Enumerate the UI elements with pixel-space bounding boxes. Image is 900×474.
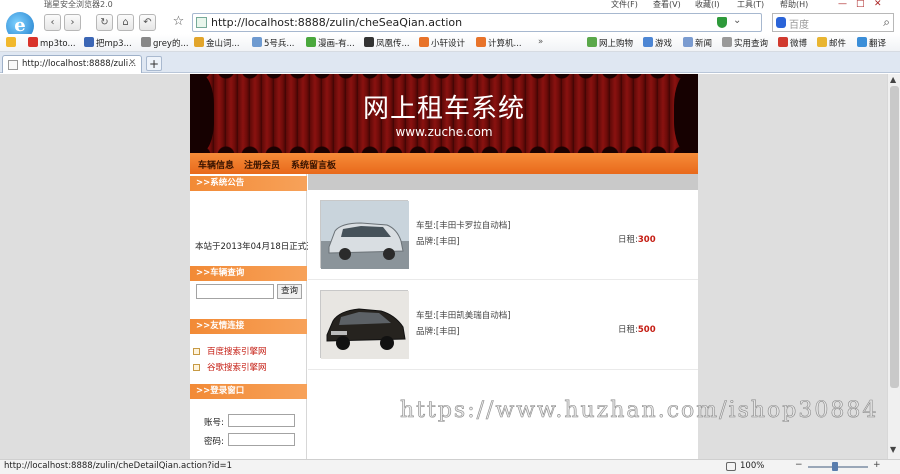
menu-tools[interactable]: 工具(T) bbox=[737, 0, 764, 10]
links-header: >>友情连接 bbox=[190, 319, 307, 334]
site-domain: www.zuche.com bbox=[395, 125, 493, 139]
new-tab-button[interactable]: + bbox=[146, 56, 162, 71]
car-thumbnail[interactable] bbox=[320, 290, 409, 359]
friend-link-baidu[interactable]: 百度搜索引擎网 bbox=[193, 345, 267, 357]
site-title: 网上租车系统 bbox=[362, 94, 525, 124]
security-shield-icon[interactable] bbox=[717, 17, 727, 28]
minimize-icon[interactable]: — bbox=[838, 0, 847, 9]
site-banner: 网上租车系统 www.zuche.com bbox=[190, 74, 698, 153]
zoom-out-icon[interactable]: − bbox=[795, 460, 803, 470]
favorites-star-icon[interactable] bbox=[6, 37, 18, 49]
menu-help[interactable]: 帮助(H) bbox=[780, 0, 808, 10]
tab-title: http://localhost:8888/zuli... bbox=[22, 59, 137, 69]
car-search-button[interactable]: 查询 bbox=[277, 284, 302, 299]
zoom-slider-handle[interactable] bbox=[832, 462, 838, 471]
bullet-icon bbox=[193, 364, 200, 371]
tab-page-icon bbox=[8, 60, 18, 70]
address-bar[interactable]: http://localhost:8888/zulin/cheSeaQian.a… bbox=[192, 13, 762, 32]
nav-car-info[interactable]: 车辆信息 bbox=[198, 158, 234, 171]
tab-strip: http://localhost:8888/zuli... ✕ + bbox=[0, 52, 900, 73]
watermark-text: https://www.huzhan.com/ishop30884 bbox=[400, 398, 879, 424]
search-placeholder: 百度 bbox=[789, 20, 809, 31]
scroll-down-icon[interactable]: ▼ bbox=[890, 445, 896, 454]
more-favorites-icon[interactable]: » bbox=[538, 37, 543, 47]
menu-favorites[interactable]: 收藏(I) bbox=[695, 0, 720, 10]
login-header: >>登录窗口 bbox=[190, 384, 307, 399]
zoom-in-icon[interactable]: + bbox=[873, 460, 881, 470]
navigation-toolbar: e ‹ › ↻ ⌂ ↶ ☆ http://localhost:8888/zuli… bbox=[0, 10, 900, 40]
nav-guestbook[interactable]: 系统留言板 bbox=[291, 158, 336, 171]
page-icon bbox=[196, 17, 207, 28]
favorites-bar: mp3to... 把mp3... grey的... 金山词... 5号兵... … bbox=[0, 34, 900, 52]
nav-register[interactable]: 注册会员 bbox=[244, 158, 280, 171]
favorite-item[interactable]: grey的... bbox=[141, 37, 189, 49]
car-thumbnail[interactable] bbox=[320, 200, 409, 269]
search-icon[interactable]: ⌕ bbox=[883, 15, 890, 30]
password-label: 密码: bbox=[204, 437, 224, 447]
favorite-item[interactable]: 游戏 bbox=[643, 37, 672, 49]
password-field[interactable] bbox=[228, 433, 295, 446]
username-label: 账号: bbox=[204, 418, 224, 428]
app-title: 瑞星安全浏览器2.0 bbox=[44, 0, 113, 9]
address-dropdown-icon[interactable]: ⌄ bbox=[733, 15, 741, 26]
browser-tab[interactable]: http://localhost:8888/zuli... ✕ bbox=[2, 55, 142, 73]
maximize-icon[interactable]: □ bbox=[856, 0, 865, 9]
favorite-item[interactable]: mp3to... bbox=[28, 37, 76, 49]
favorite-item[interactable]: 5号兵... bbox=[252, 37, 295, 49]
favorite-star-icon[interactable]: ☆ bbox=[170, 14, 187, 31]
baidu-icon bbox=[776, 17, 786, 28]
zoom-icon[interactable] bbox=[726, 462, 736, 471]
sidebar: >>系统公告 本站于2013年04月18日正式开 >>车辆查询 查询 >>友情连… bbox=[190, 174, 315, 459]
favorite-item[interactable]: 新闻 bbox=[683, 37, 712, 49]
car-search-input[interactable] bbox=[196, 284, 274, 299]
favorite-item[interactable]: 网上购物 bbox=[587, 37, 633, 49]
forward-icon[interactable]: › bbox=[64, 14, 81, 31]
status-bar: http://localhost:8888/zulin/cheDetailQia… bbox=[0, 459, 900, 474]
favorite-item[interactable]: 邮件 bbox=[817, 37, 846, 49]
favorite-item[interactable]: 把mp3... bbox=[84, 37, 132, 49]
menu-view[interactable]: 查看(V) bbox=[653, 0, 681, 10]
back-icon[interactable]: ‹ bbox=[44, 14, 61, 31]
scroll-up-icon[interactable]: ▲ bbox=[890, 75, 896, 84]
username-field[interactable] bbox=[228, 414, 295, 427]
home-icon[interactable]: ⌂ bbox=[117, 14, 134, 31]
vertical-scrollbar[interactable]: ▲ ▼ bbox=[887, 74, 900, 459]
favorite-item[interactable]: 小轩设计 bbox=[419, 37, 465, 49]
search-box[interactable]: 百度 ⌕ bbox=[772, 13, 894, 32]
car-item[interactable]: 车型:[丰田凯美瑞自动档] 品牌:[丰田] 日租:500 bbox=[308, 280, 698, 370]
site-nav: 车辆信息 注册会员 系统留言板 bbox=[190, 153, 698, 174]
favorite-item[interactable]: 微博 bbox=[778, 37, 807, 49]
favorite-item[interactable]: 翻译 bbox=[857, 37, 886, 49]
favorite-item[interactable]: 凤凰传... bbox=[364, 37, 410, 49]
friend-link-google[interactable]: 谷歌搜索引擎网 bbox=[193, 361, 267, 373]
refresh-icon[interactable]: ↻ bbox=[96, 14, 113, 31]
car-brand: 品牌:[丰田] bbox=[416, 237, 460, 247]
car-type: 车型:[丰田凯美瑞自动档] bbox=[416, 311, 511, 321]
notice-text: 本站于2013年04月18日正式开 bbox=[195, 242, 315, 252]
search-header: >>车辆查询 bbox=[190, 266, 307, 281]
zoom-level[interactable]: 100% bbox=[740, 461, 764, 471]
bullet-icon bbox=[193, 348, 200, 355]
favorite-item[interactable]: 金山词... bbox=[194, 37, 240, 49]
zoom-slider[interactable] bbox=[808, 466, 868, 468]
tab-close-icon[interactable]: ✕ bbox=[128, 58, 136, 68]
car-rent: 日租:300 bbox=[618, 235, 656, 245]
car-type: 车型:[丰田卡罗拉自动档] bbox=[416, 221, 511, 231]
menu-file[interactable]: 文件(F) bbox=[611, 0, 638, 10]
close-window-icon[interactable]: ✕ bbox=[874, 0, 882, 9]
scroll-thumb[interactable] bbox=[890, 86, 899, 388]
undo-icon[interactable]: ↶ bbox=[139, 14, 156, 31]
car-item[interactable]: 车型:[丰田卡罗拉自动档] 品牌:[丰田] 日租:300 bbox=[308, 190, 698, 280]
title-bar: 瑞星安全浏览器2.0 文件(F) 查看(V) 收藏(I) 工具(T) 帮助(H)… bbox=[0, 0, 900, 10]
address-text[interactable]: http://localhost:8888/zulin/cheSeaQian.a… bbox=[211, 16, 462, 29]
car-brand: 品牌:[丰田] bbox=[416, 327, 460, 337]
favorite-item[interactable]: 漫画-有... bbox=[306, 37, 355, 49]
status-url: http://localhost:8888/zulin/cheDetailQia… bbox=[4, 461, 233, 471]
notice-header: >>系统公告 bbox=[190, 176, 307, 191]
car-rent: 日租:500 bbox=[618, 325, 656, 335]
favorite-item[interactable]: 实用查询 bbox=[722, 37, 768, 49]
favorite-item[interactable]: 计算机... bbox=[476, 37, 522, 49]
